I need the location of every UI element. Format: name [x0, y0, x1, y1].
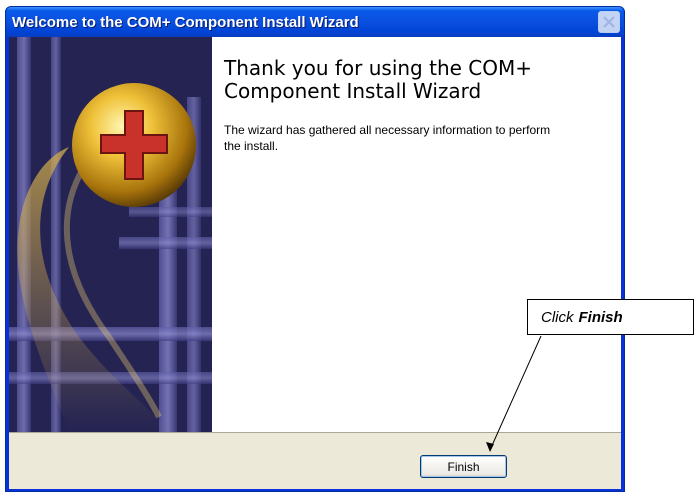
window-title: Welcome to the COM+ Component Install Wi…: [12, 14, 359, 31]
title-bar[interactable]: Welcome to the COM+ Component Install Wi…: [6, 7, 624, 37]
footer-divider: [9, 432, 621, 433]
wizard-content-panel: Thank you for using the COM+ Component I…: [212, 37, 621, 432]
description-text: The wizard has gathered all necessary in…: [224, 123, 551, 153]
callout-emphasis: Finish: [578, 308, 623, 326]
close-icon: [603, 16, 615, 28]
finish-button[interactable]: Finish: [420, 455, 507, 478]
page-title: Thank you for using the COM+ Component I…: [224, 56, 533, 103]
wizard-window: Welcome to the COM+ Component Install Wi…: [5, 6, 625, 492]
wizard-banner-image: [9, 37, 212, 432]
instruction-callout: Click Finish: [527, 299, 694, 335]
com-plus-banner-art: [9, 37, 212, 432]
wizard-client-area: Thank you for using the COM+ Component I…: [9, 37, 621, 489]
close-button[interactable]: [598, 11, 620, 33]
callout-prefix: Click: [541, 308, 574, 326]
